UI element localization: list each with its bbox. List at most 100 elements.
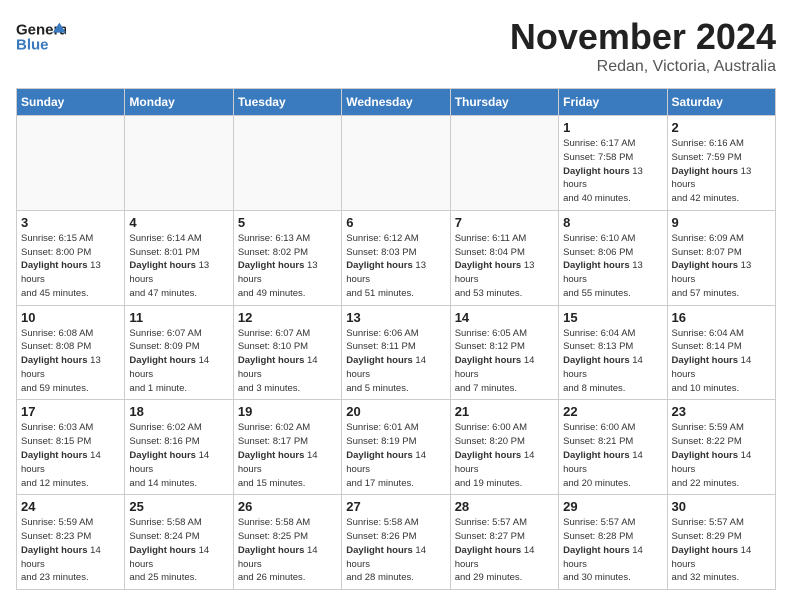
day-info: Sunrise: 6:04 AMSunset: 8:13 PMDaylight … [563, 327, 662, 396]
day-info: Sunrise: 5:59 AMSunset: 8:22 PMDaylight … [672, 421, 771, 490]
calendar-day-cell: 15 Sunrise: 6:04 AMSunset: 8:13 PMDayligh… [559, 305, 667, 400]
day-number: 6 [346, 215, 445, 230]
calendar-week-row: 17 Sunrise: 6:03 AMSunset: 8:15 PMDayligh… [17, 400, 776, 495]
day-info: Sunrise: 6:11 AMSunset: 8:04 PMDaylight … [455, 232, 554, 301]
calendar-day-cell: 3Sunrise: 6:15 AMSunset: 8:00 PMDaylight… [17, 210, 125, 305]
day-info: Sunrise: 6:10 AMSunset: 8:06 PMDaylight … [563, 232, 662, 301]
day-info: Sunrise: 6:07 AMSunset: 8:10 PMDaylight … [238, 327, 337, 396]
day-info: Sunrise: 5:57 AMSunset: 8:28 PMDaylight … [563, 516, 662, 585]
calendar-day-cell [125, 116, 233, 211]
day-info: Sunrise: 6:05 AMSunset: 8:12 PMDaylight … [455, 327, 554, 396]
day-info: Sunrise: 6:06 AMSunset: 8:11 PMDaylight … [346, 327, 445, 396]
calendar-day-cell: 19 Sunrise: 6:02 AMSunset: 8:17 PMDayligh… [233, 400, 341, 495]
day-info: Sunrise: 6:13 AMSunset: 8:02 PMDaylight … [238, 232, 337, 301]
calendar-week-row: 24 Sunrise: 5:59 AMSunset: 8:23 PMDayligh… [17, 495, 776, 590]
calendar-day-cell: 6 Sunrise: 6:12 AMSunset: 8:03 PMDaylight… [342, 210, 450, 305]
logo-icon: General Blue [16, 16, 66, 56]
day-info: Sunrise: 5:57 AMSunset: 8:29 PMDaylight … [672, 516, 771, 585]
page-header: General Blue November 2024 Redan, Victor… [16, 16, 776, 76]
calendar-week-row: 10 Sunrise: 6:08 AMSunset: 8:08 PMDayligh… [17, 305, 776, 400]
day-number: 7 [455, 215, 554, 230]
day-info: Sunrise: 6:09 AMSunset: 8:07 PMDaylight … [672, 232, 771, 301]
day-info: Sunrise: 6:00 AMSunset: 8:20 PMDaylight … [455, 421, 554, 490]
calendar-day-cell: 4 Sunrise: 6:14 AMSunset: 8:01 PMDaylight… [125, 210, 233, 305]
day-info: Sunrise: 6:02 AMSunset: 8:16 PMDaylight … [129, 421, 228, 490]
month-title: November 2024 [510, 16, 776, 58]
day-info: Sunrise: 6:16 AMSunset: 7:59 PMDaylight … [672, 137, 771, 206]
calendar-day-cell [342, 116, 450, 211]
calendar-day-cell: 12 Sunrise: 6:07 AMSunset: 8:10 PMDayligh… [233, 305, 341, 400]
calendar-day-cell: 17 Sunrise: 6:03 AMSunset: 8:15 PMDayligh… [17, 400, 125, 495]
calendar-day-cell: 8 Sunrise: 6:10 AMSunset: 8:06 PMDaylight… [559, 210, 667, 305]
title-block: November 2024 Redan, Victoria, Australia [510, 16, 776, 76]
day-of-week-header: Friday [559, 89, 667, 116]
calendar-day-cell: 23 Sunrise: 5:59 AMSunset: 8:22 PMDayligh… [667, 400, 775, 495]
day-number: 29 [563, 499, 662, 514]
calendar-day-cell [233, 116, 341, 211]
day-info: Sunrise: 5:58 AMSunset: 8:26 PMDaylight … [346, 516, 445, 585]
day-number: 15 [563, 310, 662, 325]
day-number: 9 [672, 215, 771, 230]
day-number: 18 [129, 404, 228, 419]
calendar-day-cell: 16 Sunrise: 6:04 AMSunset: 8:14 PMDayligh… [667, 305, 775, 400]
day-info: Sunrise: 5:58 AMSunset: 8:24 PMDaylight … [129, 516, 228, 585]
day-number: 17 [21, 404, 120, 419]
day-number: 21 [455, 404, 554, 419]
calendar-day-cell: 27 Sunrise: 5:58 AMSunset: 8:26 PMDayligh… [342, 495, 450, 590]
day-info: Sunrise: 6:08 AMSunset: 8:08 PMDaylight … [21, 327, 120, 396]
day-info: Sunrise: 6:03 AMSunset: 8:15 PMDaylight … [21, 421, 120, 490]
day-info: Sunrise: 6:02 AMSunset: 8:17 PMDaylight … [238, 421, 337, 490]
day-number: 12 [238, 310, 337, 325]
svg-text:Blue: Blue [16, 36, 49, 53]
calendar-day-cell: 5 Sunrise: 6:13 AMSunset: 8:02 PMDaylight… [233, 210, 341, 305]
calendar-day-cell: 30 Sunrise: 5:57 AMSunset: 8:29 PMDayligh… [667, 495, 775, 590]
day-number: 2 [672, 120, 771, 135]
day-number: 10 [21, 310, 120, 325]
day-of-week-header: Saturday [667, 89, 775, 116]
day-number: 20 [346, 404, 445, 419]
day-number: 24 [21, 499, 120, 514]
day-number: 8 [563, 215, 662, 230]
day-number: 13 [346, 310, 445, 325]
calendar-day-cell: 29 Sunrise: 5:57 AMSunset: 8:28 PMDayligh… [559, 495, 667, 590]
day-number: 19 [238, 404, 337, 419]
calendar-day-cell: 26 Sunrise: 5:58 AMSunset: 8:25 PMDayligh… [233, 495, 341, 590]
day-number: 22 [563, 404, 662, 419]
calendar-day-cell: 1 Sunrise: 6:17 AMSunset: 7:58 PMDaylight… [559, 116, 667, 211]
calendar-day-cell: 2 Sunrise: 6:16 AMSunset: 7:59 PMDaylight… [667, 116, 775, 211]
day-number: 28 [455, 499, 554, 514]
day-info: Sunrise: 6:12 AMSunset: 8:03 PMDaylight … [346, 232, 445, 301]
day-number: 23 [672, 404, 771, 419]
day-info: Sunrise: 6:04 AMSunset: 8:14 PMDaylight … [672, 327, 771, 396]
location: Redan, Victoria, Australia [510, 58, 776, 76]
day-info: Sunrise: 6:17 AMSunset: 7:58 PMDaylight … [563, 137, 662, 206]
calendar-day-cell: 13 Sunrise: 6:06 AMSunset: 8:11 PMDayligh… [342, 305, 450, 400]
day-number: 1 [563, 120, 662, 135]
day-info: Sunrise: 6:14 AMSunset: 8:01 PMDaylight … [129, 232, 228, 301]
day-info: Sunrise: 5:58 AMSunset: 8:25 PMDaylight … [238, 516, 337, 585]
day-info: Sunrise: 6:07 AMSunset: 8:09 PMDaylight … [129, 327, 228, 396]
calendar-day-cell: 22 Sunrise: 6:00 AMSunset: 8:21 PMDayligh… [559, 400, 667, 495]
calendar-day-cell [450, 116, 558, 211]
calendar-day-cell: 21 Sunrise: 6:00 AMSunset: 8:20 PMDayligh… [450, 400, 558, 495]
day-number: 16 [672, 310, 771, 325]
day-number: 5 [238, 215, 337, 230]
calendar-day-cell: 14Sunrise: 6:05 AMSunset: 8:12 PMDayligh… [450, 305, 558, 400]
calendar-table: SundayMondayTuesdayWednesdayThursdayFrid… [16, 88, 776, 590]
day-of-week-header: Tuesday [233, 89, 341, 116]
day-number: 4 [129, 215, 228, 230]
day-number: 30 [672, 499, 771, 514]
calendar-header-row: SundayMondayTuesdayWednesdayThursdayFrid… [17, 89, 776, 116]
calendar-day-cell: 7 Sunrise: 6:11 AMSunset: 8:04 PMDaylight… [450, 210, 558, 305]
calendar-day-cell: 28 Sunrise: 5:57 AMSunset: 8:27 PMDayligh… [450, 495, 558, 590]
day-number: 27 [346, 499, 445, 514]
day-info: Sunrise: 5:59 AMSunset: 8:23 PMDaylight … [21, 516, 120, 585]
day-number: 26 [238, 499, 337, 514]
day-of-week-header: Sunday [17, 89, 125, 116]
logo: General Blue [16, 16, 66, 56]
day-info: Sunrise: 6:00 AMSunset: 8:21 PMDaylight … [563, 421, 662, 490]
calendar-day-cell: 9 Sunrise: 6:09 AMSunset: 8:07 PMDaylight… [667, 210, 775, 305]
calendar-week-row: 1 Sunrise: 6:17 AMSunset: 7:58 PMDaylight… [17, 116, 776, 211]
day-number: 25 [129, 499, 228, 514]
day-info: Sunrise: 5:57 AMSunset: 8:27 PMDaylight … [455, 516, 554, 585]
